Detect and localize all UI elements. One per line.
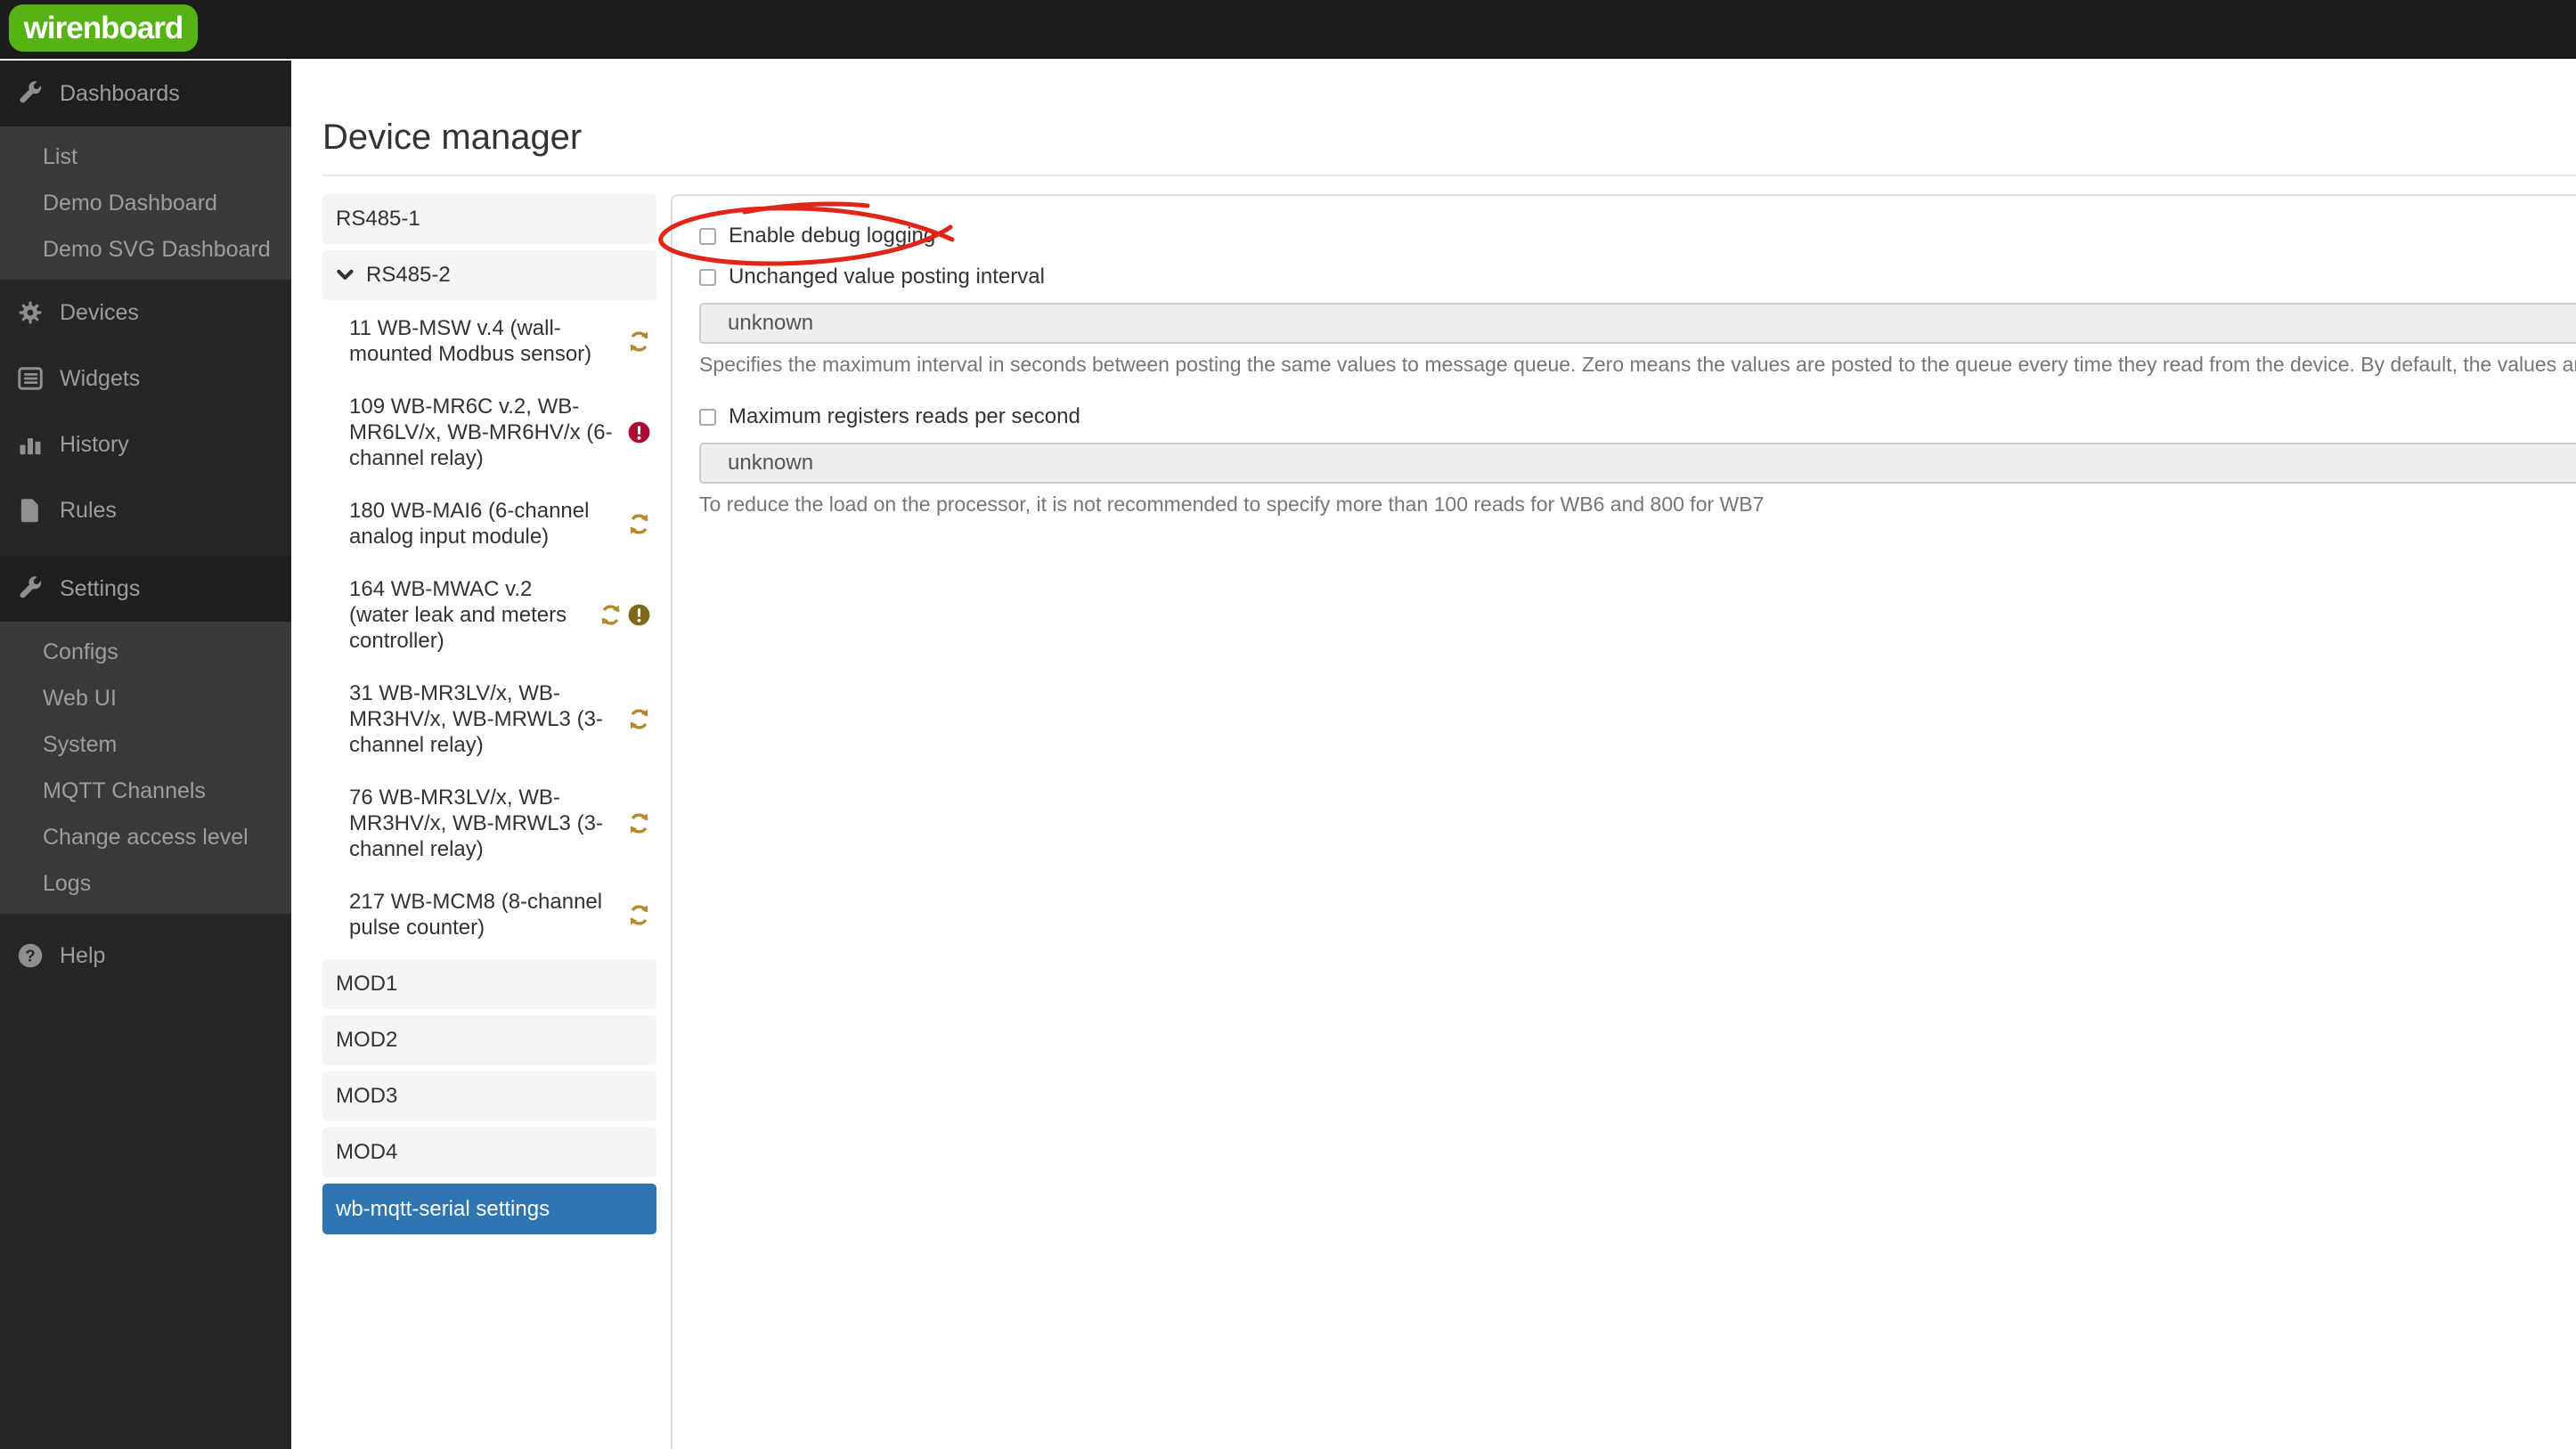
sidebar-item-label: History <box>60 431 129 457</box>
refresh-icon[interactable] <box>599 603 623 627</box>
sidebar-item-dashboards[interactable]: Dashboards <box>0 61 291 126</box>
sidebar-item-demo-svg-dashboard[interactable]: Demo SVG Dashboard <box>0 226 291 273</box>
unchanged-value-posting-interval-checkbox[interactable] <box>699 268 716 286</box>
chevron-down-icon <box>336 266 357 284</box>
sidebar-item-configs[interactable]: Configs <box>0 629 291 675</box>
sidebar-item-system[interactable]: System <box>0 721 291 768</box>
sidebar-item-mqtt-channels[interactable]: MQTT Channels <box>0 768 291 814</box>
sidebar-item-label: Dashboards <box>60 80 180 106</box>
gear-icon <box>15 297 45 328</box>
sidebar-item-label: Rules <box>60 497 117 523</box>
sidebar-item-rules[interactable]: Rules <box>0 477 291 543</box>
sidebar-item-widgets[interactable]: Widgets <box>0 346 291 411</box>
file-icon <box>15 495 45 525</box>
field-help-text: To reduce the load on the processor, it … <box>699 492 1765 516</box>
maximum-registers-reads-input[interactable] <box>699 443 2576 484</box>
port-row-mod3[interactable]: MOD3 <box>322 1071 656 1121</box>
refresh-icon[interactable] <box>627 707 651 731</box>
sidebar-item-change-access-level[interactable]: Change access level <box>0 814 291 860</box>
warning-icon <box>627 603 651 627</box>
dashboards-submenu: List Demo Dashboard Demo SVG Dashboard <box>0 126 291 280</box>
refresh-icon[interactable] <box>627 811 651 835</box>
device-row[interactable]: 11 WB-MSW v.4 (wall-mounted Modbus senso… <box>322 302 656 380</box>
port-row-mod2[interactable]: MOD2 <box>322 1015 656 1065</box>
device-row[interactable]: 76 WB-MR3LV/x, WB-MR3HV/x, WB-MRWL3 (3-c… <box>322 771 656 875</box>
device-label: 180 WB-MAI6 (6-channel analog input modu… <box>349 499 590 549</box>
device-row[interactable]: 109 WB-MR6C v.2, WB-MR6LV/x, WB-MR6HV/x … <box>322 380 656 484</box>
sidebar-item-history[interactable]: History <box>0 411 291 477</box>
port-row-mod4[interactable]: MOD4 <box>322 1127 656 1177</box>
port-label: MOD1 <box>336 972 398 996</box>
page-title: Device manager <box>322 118 583 157</box>
sidebar-item-devices[interactable]: Devices <box>0 280 291 346</box>
device-row[interactable]: 164 WB-MWAC v.2 (water leak and meters c… <box>322 563 656 667</box>
device-label: 76 WB-MR3LV/x, WB-MR3HV/x, WB-MRWL3 (3-c… <box>349 786 603 861</box>
error-icon <box>627 420 651 444</box>
port-label: MOD2 <box>336 1028 398 1052</box>
wrench-icon <box>15 78 45 109</box>
checkbox-label[interactable]: Unchanged value posting interval <box>729 265 1045 289</box>
rs485-2-devices: 11 WB-MSW v.4 (wall-mounted Modbus senso… <box>322 300 656 959</box>
bar-chart-icon <box>15 429 45 460</box>
top-bar: wirenboard <box>0 0 2576 59</box>
sidebar-item-label: Help <box>60 942 106 968</box>
port-row-rs485-1[interactable]: RS485-1 <box>322 194 656 244</box>
sidebar-item-settings[interactable]: Settings <box>0 556 291 622</box>
settings-submenu: Configs Web UI System MQTT Channels Chan… <box>0 622 291 914</box>
port-label: wb-mqtt-serial settings <box>336 1196 550 1221</box>
sidebar-item-label: Devices <box>60 299 139 325</box>
enable-debug-logging-row: Enable debug logging <box>699 221 2576 251</box>
refresh-icon[interactable] <box>627 512 651 536</box>
port-row-wb-mqtt-serial-settings[interactable]: wb-mqtt-serial settings <box>322 1184 656 1234</box>
wirenboard-logo-text: wirenboard <box>23 10 184 45</box>
port-label: RS485-2 <box>366 263 451 287</box>
port-label: RS485-1 <box>336 207 420 231</box>
device-list: RS485-1 RS485-2 11 WB-MSW v.4 (wall-moun… <box>322 194 656 1234</box>
sidebar-item-logs[interactable]: Logs <box>0 860 291 907</box>
port-label: MOD4 <box>336 1140 398 1164</box>
sidebar-item-help[interactable]: Help <box>0 923 291 989</box>
device-label: 164 WB-MWAC v.2 (water leak and meters c… <box>349 577 567 653</box>
device-row[interactable]: 217 WB-MCM8 (8-channel pulse counter) <box>322 875 656 954</box>
checkbox-label[interactable]: Enable debug logging <box>729 224 935 248</box>
device-row[interactable]: 31 WB-MR3LV/x, WB-MR3HV/x, WB-MRWL3 (3-c… <box>322 667 656 771</box>
device-label: 109 WB-MR6C v.2, WB-MR6LV/x, WB-MR6HV/x … <box>349 395 613 470</box>
device-manager-page: wirenboard Dashboards List Demo Dashboar… <box>0 0 2576 1449</box>
wirenboard-logo[interactable]: wirenboard <box>9 4 198 52</box>
port-label: MOD3 <box>336 1084 398 1108</box>
sidebar-item-web-ui[interactable]: Web UI <box>0 675 291 721</box>
device-label: 31 WB-MR3LV/x, WB-MR3HV/x, WB-MRWL3 (3-c… <box>349 681 603 757</box>
checkbox-label[interactable]: Maximum registers reads per second <box>729 404 1080 429</box>
enable-debug-logging-checkbox[interactable] <box>699 227 716 245</box>
wrench-icon <box>15 574 45 604</box>
device-row[interactable]: 180 WB-MAI6 (6-channel analog input modu… <box>322 484 656 563</box>
sidebar-item-label: Settings <box>60 575 141 601</box>
maximum-registers-reads-checkbox[interactable] <box>699 408 716 426</box>
question-circle-icon <box>15 940 45 971</box>
field-help-text: Specifies the maximum interval in second… <box>699 353 2576 376</box>
device-label: 11 WB-MSW v.4 (wall-mounted Modbus senso… <box>349 316 592 366</box>
unchanged-value-posting-interval-row: Unchanged value posting interval <box>699 262 2576 292</box>
refresh-icon[interactable] <box>627 903 651 927</box>
sidebar: Dashboards List Demo Dashboard Demo SVG … <box>0 61 291 1449</box>
refresh-icon[interactable] <box>627 330 651 354</box>
title-divider <box>322 175 2576 176</box>
port-row-mod1[interactable]: MOD1 <box>322 959 656 1009</box>
port-row-rs485-2[interactable]: RS485-2 <box>322 250 656 300</box>
sidebar-item-list[interactable]: List <box>0 134 291 180</box>
device-label: 217 WB-MCM8 (8-channel pulse counter) <box>349 890 603 940</box>
maximum-registers-reads-row: Maximum registers reads per second <box>699 402 2576 432</box>
serial-settings-panel: Enable debug logging Unchanged value pos… <box>671 194 2576 1449</box>
widgets-icon <box>15 363 45 394</box>
unchanged-value-posting-interval-input[interactable] <box>699 303 2576 344</box>
sidebar-item-demo-dashboard[interactable]: Demo Dashboard <box>0 180 291 226</box>
sidebar-item-label: Widgets <box>60 365 141 391</box>
